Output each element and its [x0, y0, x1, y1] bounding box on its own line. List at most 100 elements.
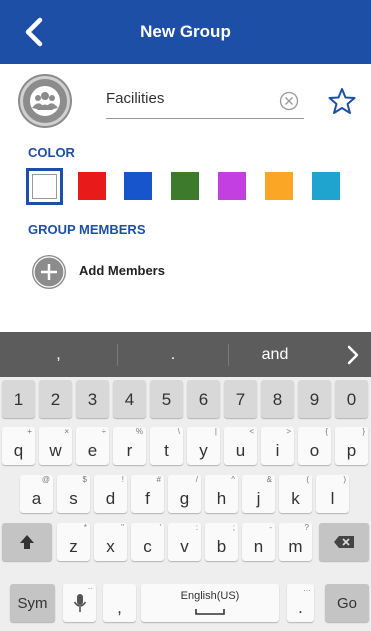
- key-t[interactable]: \ t: [150, 427, 183, 465]
- key-sub-label: ': [159, 523, 161, 532]
- key-w[interactable]: × w: [39, 427, 72, 465]
- key-sub-label: }: [362, 427, 365, 436]
- key-i[interactable]: > i: [261, 427, 294, 465]
- key-sub-label: &: [266, 475, 272, 484]
- key-label: i: [275, 441, 280, 460]
- key-a[interactable]: @ a: [20, 475, 53, 513]
- color-swatch-red[interactable]: [78, 172, 106, 200]
- key-sub-label: -: [269, 523, 272, 532]
- key-0[interactable]: 0: [335, 380, 368, 418]
- key-sub-label: ;: [232, 523, 235, 532]
- plus-circle-icon[interactable]: [32, 255, 66, 289]
- go-key[interactable]: Go: [325, 584, 369, 622]
- on-screen-keyboard: , . and 1 2 3 4 5 6 7 8 9 0 + q × w ÷ e% r \ t | y < u > i{o} p @ a…: [0, 332, 371, 631]
- clear-circle-icon[interactable]: [279, 91, 299, 111]
- color-swatch-cyan[interactable]: [312, 172, 340, 200]
- key-n[interactable]: -n: [242, 523, 275, 561]
- group-icon: [30, 86, 60, 116]
- add-members-button[interactable]: Add Members: [79, 263, 165, 278]
- key-label: ,: [117, 598, 122, 617]
- key-label: h: [216, 489, 227, 508]
- key-sub-label: <: [249, 427, 254, 436]
- key-sub-label: #: [156, 475, 161, 484]
- key-sub-label: \: [177, 427, 180, 436]
- suggestion-item[interactable]: and: [229, 332, 321, 377]
- key-k[interactable]: (k: [279, 475, 312, 513]
- backspace-key[interactable]: [319, 523, 369, 561]
- key-6[interactable]: 6: [187, 380, 220, 418]
- key-m[interactable]: ? m: [279, 523, 312, 561]
- group-avatar[interactable]: [20, 76, 70, 126]
- key-label: 9: [309, 390, 320, 409]
- chevron-right-icon[interactable]: [342, 344, 364, 366]
- key-label: t: [164, 441, 169, 460]
- key-9[interactable]: 9: [298, 380, 331, 418]
- sym-key[interactable]: Sym: [10, 584, 55, 622]
- key-3[interactable]: 3: [76, 380, 109, 418]
- key-c[interactable]: ' c: [131, 523, 164, 561]
- color-swatch-purple[interactable]: [218, 172, 246, 200]
- key-u[interactable]: < u: [224, 427, 257, 465]
- key-q[interactable]: + q: [2, 427, 35, 465]
- key-5[interactable]: 5: [150, 380, 183, 418]
- key-s[interactable]: $ s: [57, 475, 90, 513]
- key-r[interactable]: % r: [113, 427, 146, 465]
- key-y[interactable]: | y: [187, 427, 220, 465]
- color-swatch-white[interactable]: [26, 168, 63, 205]
- key-h[interactable]: ^ h: [205, 475, 238, 513]
- key-label: 5: [161, 390, 172, 409]
- key-label: l: [330, 489, 335, 508]
- color-swatch-orange[interactable]: [265, 172, 293, 200]
- color-swatch-blue[interactable]: [124, 172, 152, 200]
- go-label: Go: [336, 594, 357, 612]
- key-label: v: [180, 537, 189, 556]
- key-2[interactable]: 2: [39, 380, 72, 418]
- key-label: u: [235, 441, 246, 460]
- suggestion-item[interactable]: .: [118, 332, 228, 377]
- key-j[interactable]: & j: [242, 475, 275, 513]
- key-4[interactable]: 4: [113, 380, 146, 418]
- key-sub-label: !: [121, 475, 124, 484]
- key-sub-label: ×: [64, 427, 69, 436]
- space-bar-icon: [195, 609, 225, 615]
- key-label: g: [179, 489, 190, 508]
- key-8[interactable]: 8: [261, 380, 294, 418]
- key-7[interactable]: 7: [224, 380, 257, 418]
- key-1[interactable]: 1: [2, 380, 35, 418]
- group-members-section-label: GROUP MEMBERS: [28, 222, 146, 237]
- key-b[interactable]: ; b: [205, 523, 238, 561]
- key-e[interactable]: ÷ e: [76, 427, 109, 465]
- key-label: j: [256, 489, 261, 508]
- key-label: 8: [272, 390, 283, 409]
- key-sub-label: (: [306, 475, 309, 484]
- period-key[interactable]: ….: [287, 584, 314, 622]
- key-sub-label: :: [195, 523, 198, 532]
- app-header: New Group: [0, 0, 371, 64]
- key-x[interactable]: " x: [94, 523, 127, 561]
- key-d[interactable]: ! d: [94, 475, 127, 513]
- key-p[interactable]: } p: [335, 427, 368, 465]
- key-label: a: [31, 489, 42, 508]
- key-z[interactable]: * z: [57, 523, 90, 561]
- group-name-field[interactable]: Facilities: [106, 86, 304, 119]
- key-label: 7: [235, 390, 246, 409]
- key-o[interactable]: {o: [298, 427, 331, 465]
- suggestion-item[interactable]: ,: [0, 332, 117, 377]
- key-label: y: [199, 441, 208, 460]
- key-label: .: [298, 598, 303, 617]
- microphone-key[interactable]: ··: [63, 584, 96, 622]
- star-outline-icon[interactable]: [327, 86, 357, 116]
- comma-key[interactable]: ,: [103, 584, 136, 622]
- shift-key[interactable]: [2, 523, 52, 561]
- key-v[interactable]: :v: [168, 523, 201, 561]
- key-sub-label: ^: [231, 475, 235, 484]
- key-f[interactable]: # f: [131, 475, 164, 513]
- key-sub-label: ?: [304, 523, 309, 532]
- space-key[interactable]: English(US): [141, 584, 279, 622]
- key-label: x: [106, 537, 115, 556]
- key-label: z: [69, 537, 78, 556]
- color-swatch-green[interactable]: [171, 172, 199, 200]
- key-label: d: [105, 489, 116, 508]
- key-l[interactable]: ) l: [316, 475, 349, 513]
- key-g[interactable]: / g: [168, 475, 201, 513]
